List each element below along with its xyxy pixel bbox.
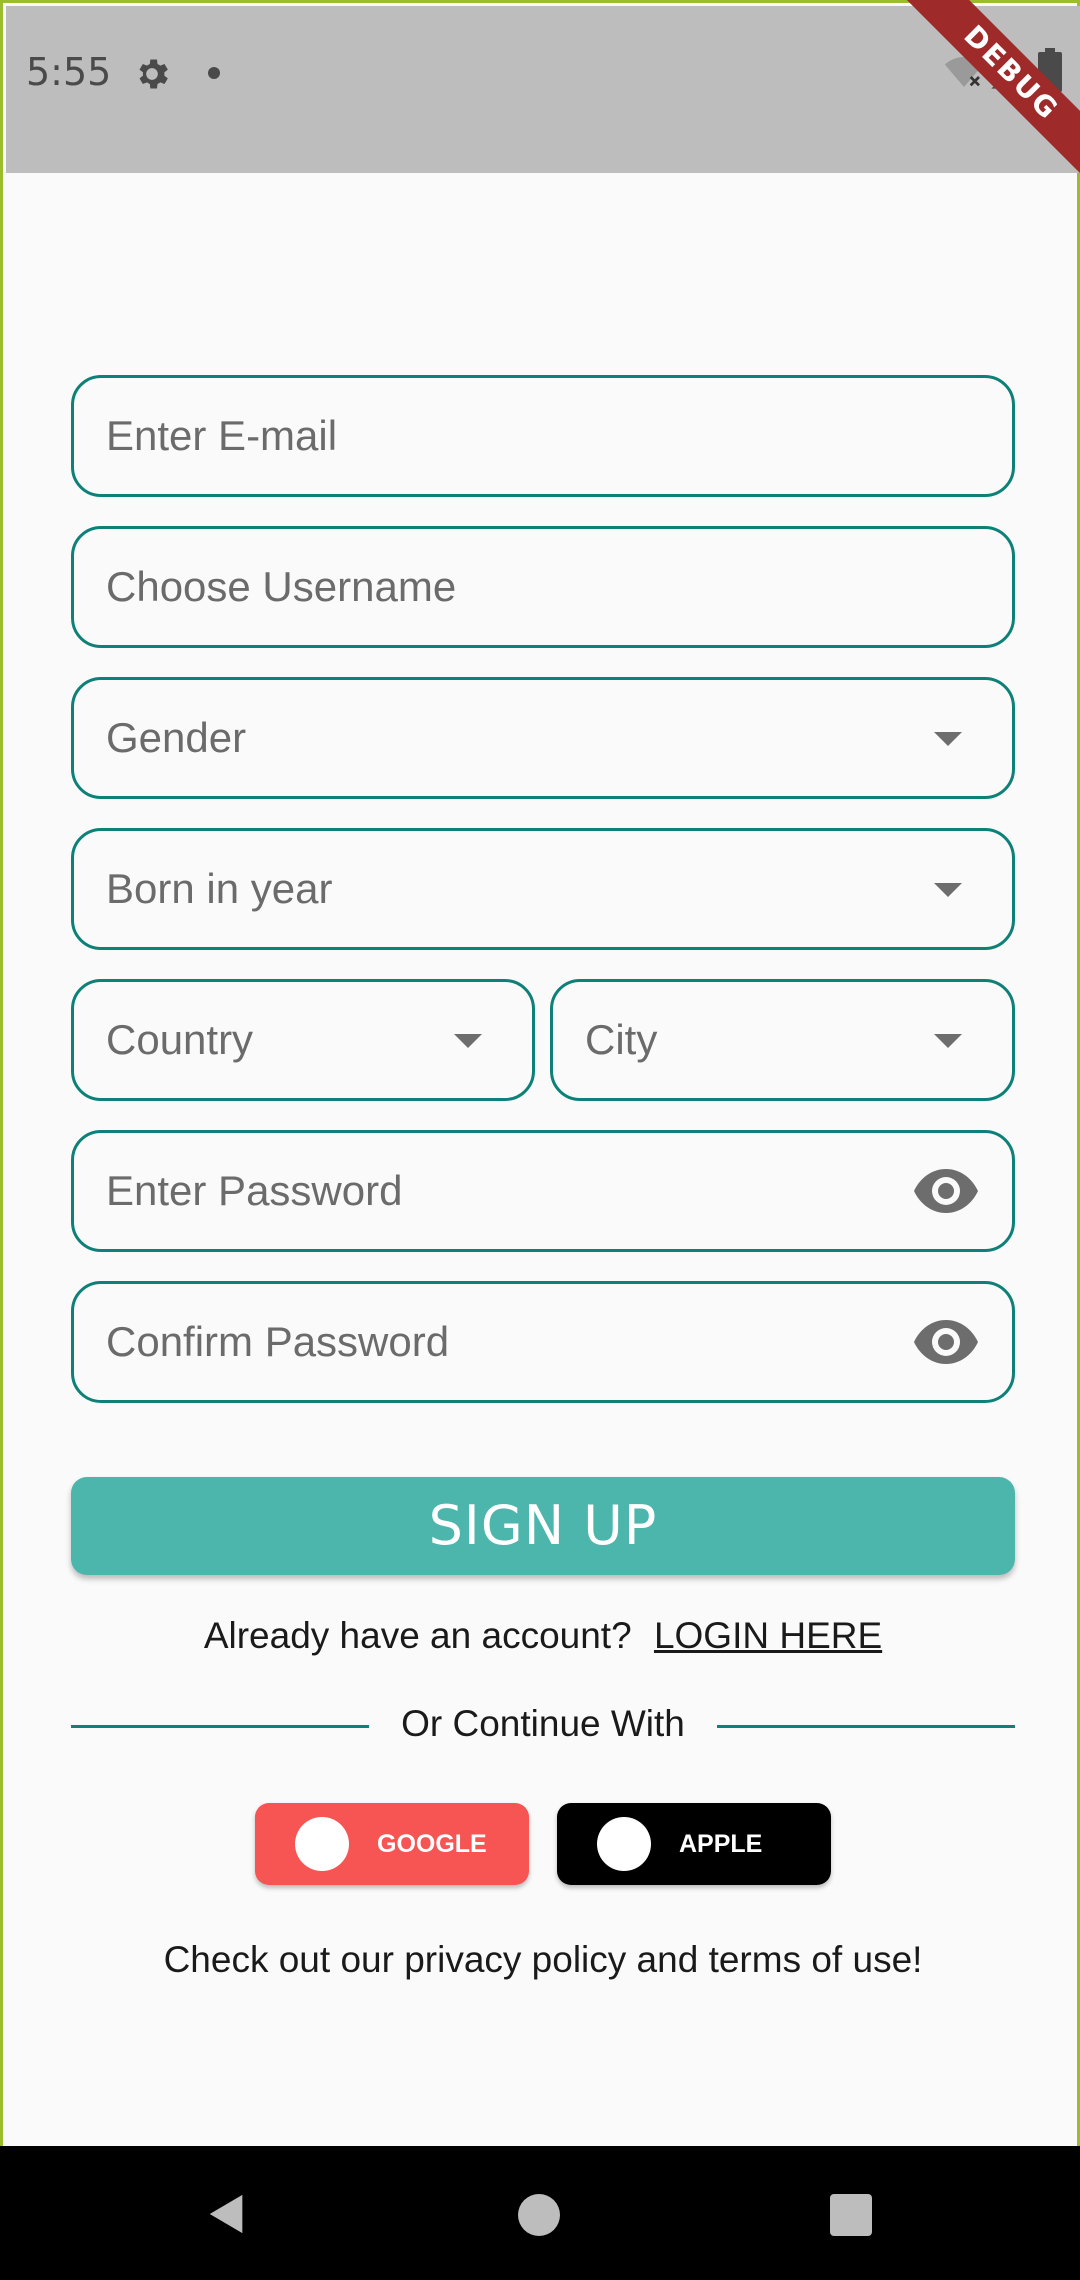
google-button[interactable]: GOOGLE	[255, 1803, 529, 1885]
city-placeholder: City	[585, 1016, 658, 1063]
navigation-bar	[0, 2146, 1080, 2280]
back-icon[interactable]	[204, 2190, 250, 2238]
divider-line	[717, 1725, 1015, 1728]
divider-line	[71, 1725, 369, 1728]
apple-button[interactable]: APPLE	[557, 1803, 831, 1885]
password-field[interactable]: Enter Password	[71, 1130, 1015, 1252]
gear-icon	[139, 59, 168, 89]
privacy-text[interactable]: Check out our privacy policy and terms o…	[3, 1939, 1080, 1981]
dropdown-arrow-icon	[454, 1034, 482, 1048]
email-field[interactable]: Enter E-mail	[71, 375, 1015, 497]
home-icon[interactable]	[518, 2194, 560, 2236]
recents-icon[interactable]	[830, 2194, 872, 2236]
status-time: 5:55	[26, 50, 112, 94]
login-prompt: Already have an account? LOGIN HERE	[3, 1615, 1080, 1657]
dropdown-arrow-icon	[934, 883, 962, 897]
username-placeholder: Choose Username	[106, 563, 457, 610]
country-placeholder: Country	[106, 1016, 254, 1063]
gender-dropdown[interactable]: Gender	[71, 677, 1015, 799]
eye-icon[interactable]	[914, 1169, 978, 1213]
eye-icon[interactable]	[914, 1320, 978, 1364]
status-bar: 5:55	[6, 6, 1080, 173]
google-icon	[295, 1817, 349, 1871]
city-dropdown[interactable]: City	[550, 979, 1015, 1101]
google-label: GOOGLE	[377, 1830, 487, 1858]
confirm-password-placeholder: Confirm Password	[106, 1318, 450, 1365]
dropdown-arrow-icon	[934, 732, 962, 746]
app-frame: 5:55 DEBUG Enter E-mail Choose Username …	[0, 0, 1080, 2146]
login-link[interactable]: LOGIN HERE	[654, 1615, 882, 1656]
gender-placeholder: Gender	[106, 714, 247, 761]
dropdown-arrow-icon	[934, 1034, 962, 1048]
signup-button[interactable]: SIGN UP	[71, 1477, 1015, 1575]
notification-dot-icon	[208, 67, 220, 79]
email-placeholder: Enter E-mail	[106, 412, 338, 459]
password-placeholder: Enter Password	[106, 1167, 403, 1214]
country-dropdown[interactable]: Country	[71, 979, 535, 1101]
apple-icon	[597, 1817, 651, 1871]
confirm-password-field[interactable]: Confirm Password	[71, 1281, 1015, 1403]
birth-year-placeholder: Born in year	[106, 865, 333, 912]
username-field[interactable]: Choose Username	[71, 526, 1015, 648]
divider-text: Or Continue With	[401, 1703, 685, 1744]
apple-label: APPLE	[679, 1830, 763, 1858]
login-prompt-text: Already have an account?	[203, 1615, 632, 1656]
birth-year-dropdown[interactable]: Born in year	[71, 828, 1015, 950]
